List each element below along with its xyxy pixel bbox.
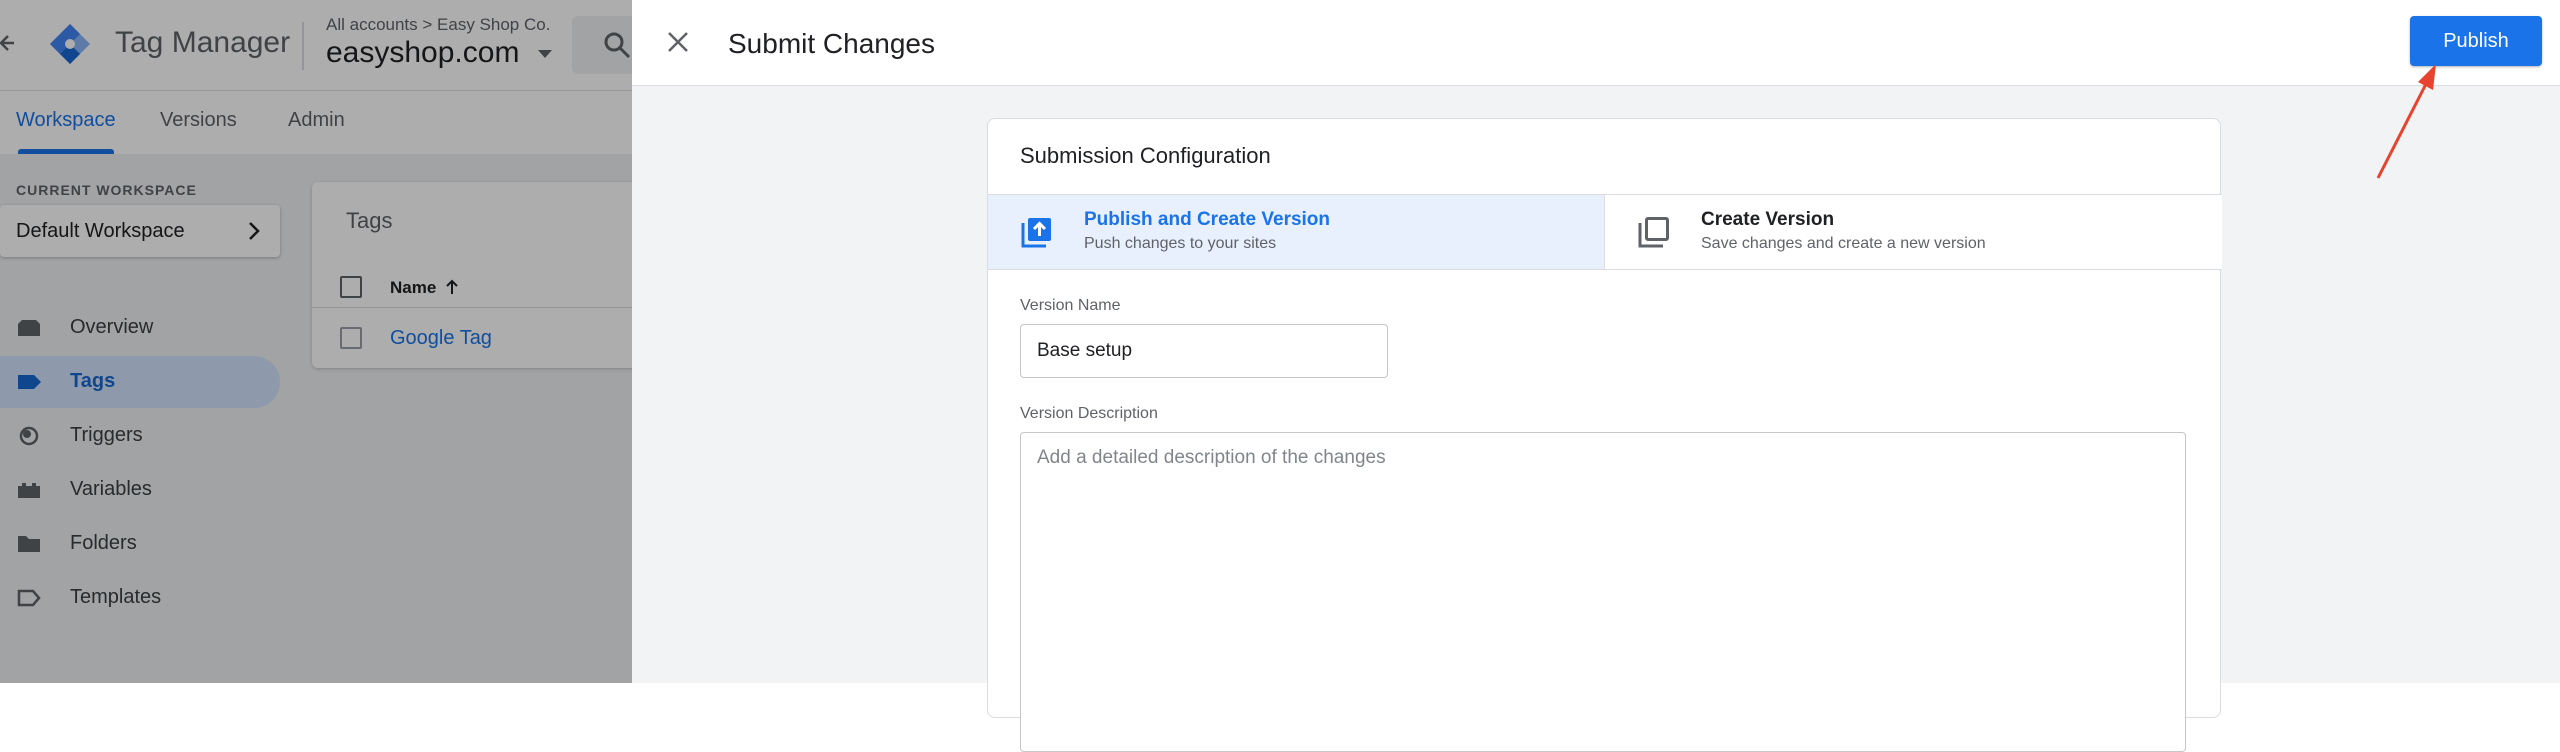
submit-changes-sheet: Submit Changes Publish Submission Config… xyxy=(632,0,2560,752)
copy-version-icon xyxy=(1638,217,1669,248)
option-subtitle: Push changes to your sites xyxy=(1084,235,1277,252)
close-icon[interactable] xyxy=(666,30,690,54)
option-create-version[interactable]: Create Version Save changes and create a… xyxy=(1605,194,2222,270)
sheet-title: Submit Changes xyxy=(728,28,936,59)
submission-configuration-title: Submission Configuration xyxy=(1020,143,1271,168)
annotation-arrow-icon xyxy=(2376,64,2436,179)
option-subtitle: Save changes and create a new version xyxy=(1701,235,1986,252)
option-publish-and-create-version[interactable]: Publish and Create Version Push changes … xyxy=(988,194,1605,270)
option-title: Publish and Create Version xyxy=(1084,209,1331,230)
version-description-label: Version Description xyxy=(1020,405,1158,422)
submission-configuration-card: Submission Configuration Publish and Cre… xyxy=(987,118,2222,752)
sheet-header: Submit Changes Publish xyxy=(632,0,2560,86)
version-name-input[interactable] xyxy=(1020,324,1388,378)
option-title: Create Version xyxy=(1701,209,1835,230)
publish-upload-icon xyxy=(1021,218,1051,248)
version-description-input[interactable] xyxy=(1020,432,2186,752)
version-name-label: Version Name xyxy=(1020,297,1121,314)
